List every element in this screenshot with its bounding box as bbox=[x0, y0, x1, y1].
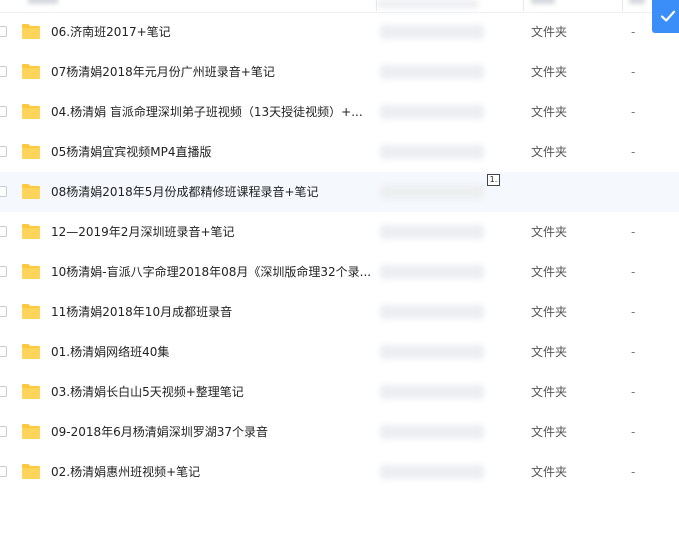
row-checkbox[interactable] bbox=[0, 226, 7, 237]
size-blurred bbox=[380, 465, 484, 479]
size-blurred bbox=[380, 25, 484, 39]
file-extra: - bbox=[631, 105, 636, 119]
file-type: 文件夹 bbox=[531, 25, 568, 39]
file-name[interactable]: 02.杨清娟惠州班视频+笔记 bbox=[51, 464, 371, 480]
header-extra-fragment bbox=[629, 0, 645, 4]
file-extra: - bbox=[631, 225, 636, 239]
file-extra: - bbox=[631, 265, 636, 279]
header-divider bbox=[622, 0, 623, 11]
row-checkbox[interactable] bbox=[0, 146, 7, 157]
row-checkbox[interactable] bbox=[0, 386, 7, 397]
folder-icon bbox=[21, 63, 41, 80]
folder-icon bbox=[21, 103, 41, 120]
file-type: 文件夹 bbox=[531, 225, 568, 239]
file-extra: - bbox=[631, 465, 636, 479]
file-extra: - bbox=[631, 65, 636, 79]
file-extra: - bbox=[631, 425, 636, 439]
file-type: 文件夹 bbox=[531, 345, 568, 359]
table-row[interactable]: 06.济南班2017+笔记 文件夹 - bbox=[0, 12, 679, 52]
header-name-fragment bbox=[28, 0, 58, 4]
size-blurred bbox=[380, 385, 484, 399]
file-type: 文件夹 bbox=[531, 305, 568, 319]
size-blurred bbox=[380, 185, 484, 199]
row-checkbox[interactable] bbox=[0, 426, 7, 437]
file-type: 文件夹 bbox=[531, 65, 568, 79]
size-blurred bbox=[380, 345, 484, 359]
row-checkbox[interactable] bbox=[0, 466, 7, 477]
size-blurred bbox=[380, 145, 484, 159]
folder-icon bbox=[21, 143, 41, 160]
file-name[interactable]: 09-2018年6月杨清娟深圳罗湖37个录音 bbox=[51, 424, 371, 440]
table-row[interactable]: 05杨清娟宜宾视频MP4直播版 文件夹 - bbox=[0, 132, 679, 172]
row-checkbox[interactable] bbox=[0, 26, 7, 37]
file-name[interactable]: 07杨清娟2018年元月份广州班录音+笔记 bbox=[51, 64, 371, 80]
size-blurred bbox=[380, 265, 484, 279]
file-extra: - bbox=[631, 145, 636, 159]
file-type: 文件夹 bbox=[531, 105, 568, 119]
folder-icon bbox=[21, 223, 41, 240]
row-checkbox[interactable] bbox=[0, 66, 7, 77]
row-checkbox[interactable] bbox=[0, 346, 7, 357]
table-row[interactable]: 08杨清娟2018年5月份成都精修班课程录音+笔记 bbox=[0, 172, 679, 212]
table-row[interactable]: 01.杨清娟网络班40集 文件夹 - bbox=[0, 332, 679, 372]
table-row[interactable]: 04.杨清娟 盲派命理深圳弟子班视频（13天授徒视频）+... 文件夹 - bbox=[0, 92, 679, 132]
check-icon bbox=[660, 10, 676, 22]
file-extra: - bbox=[631, 385, 636, 399]
table-row[interactable]: 09-2018年6月杨清娟深圳罗湖37个录音 文件夹 - bbox=[0, 412, 679, 452]
file-type: 文件夹 bbox=[531, 145, 568, 159]
file-extra: - bbox=[631, 345, 636, 359]
folder-icon bbox=[21, 303, 41, 320]
table-row[interactable]: 10杨清娟-盲派八字命理2018年08月《深圳版命理32个录... 文件夹 - bbox=[0, 252, 679, 292]
file-extra: - bbox=[631, 305, 636, 319]
row-checkbox[interactable] bbox=[0, 106, 7, 117]
file-name[interactable]: 12—2019年2月深圳班录音+笔记 bbox=[51, 224, 371, 240]
file-name[interactable]: 05杨清娟宜宾视频MP4直播版 bbox=[51, 144, 371, 160]
header-type-fragment bbox=[531, 0, 555, 4]
file-type: 文件夹 bbox=[531, 425, 568, 439]
folder-icon bbox=[21, 343, 41, 360]
table-row[interactable]: 07杨清娟2018年元月份广州班录音+笔记 文件夹 - bbox=[0, 52, 679, 92]
file-type: 文件夹 bbox=[531, 265, 568, 279]
confirm-button[interactable] bbox=[652, 0, 679, 33]
folder-icon bbox=[21, 383, 41, 400]
size-blurred bbox=[380, 225, 484, 239]
folder-icon bbox=[21, 183, 41, 200]
file-name[interactable]: 01.杨清娟网络班40集 bbox=[51, 344, 371, 360]
table-row[interactable]: 02.杨清娟惠州班视频+笔记 文件夹 - bbox=[0, 452, 679, 492]
file-type: 文件夹 bbox=[531, 385, 568, 399]
header-divider bbox=[523, 0, 524, 11]
row-checkbox[interactable] bbox=[0, 266, 7, 277]
file-name[interactable]: 11杨清娟2018年10月成都班录音 bbox=[51, 304, 371, 320]
size-blurred bbox=[380, 65, 484, 79]
file-name[interactable]: 06.济南班2017+笔记 bbox=[51, 24, 371, 40]
header-divider bbox=[376, 0, 377, 11]
row-checkbox[interactable] bbox=[0, 186, 7, 197]
table-row[interactable]: 03.杨清娟长白山5天视频+整理笔记 文件夹 - bbox=[0, 372, 679, 412]
folder-icon bbox=[21, 463, 41, 480]
folder-icon bbox=[21, 263, 41, 280]
hover-marker: 1. bbox=[487, 174, 500, 186]
size-blurred bbox=[380, 305, 484, 319]
file-name[interactable]: 03.杨清娟长白山5天视频+整理笔记 bbox=[51, 384, 371, 400]
folder-icon bbox=[21, 23, 41, 40]
file-name[interactable]: 08杨清娟2018年5月份成都精修班课程录音+笔记 bbox=[51, 184, 371, 200]
row-checkbox[interactable] bbox=[0, 306, 7, 317]
table-row[interactable]: 12—2019年2月深圳班录音+笔记 文件夹 - bbox=[0, 212, 679, 252]
file-name[interactable]: 04.杨清娟 盲派命理深圳弟子班视频（13天授徒视频）+... bbox=[51, 104, 371, 120]
file-name[interactable]: 10杨清娟-盲派八字命理2018年08月《深圳版命理32个录... bbox=[51, 264, 371, 280]
table-row[interactable]: 11杨清娟2018年10月成都班录音 文件夹 - bbox=[0, 292, 679, 332]
file-type: 文件夹 bbox=[531, 465, 568, 479]
header-size-blur bbox=[378, 0, 478, 8]
folder-icon bbox=[21, 423, 41, 440]
size-blurred bbox=[380, 425, 484, 439]
file-extra: - bbox=[631, 25, 636, 39]
size-blurred bbox=[380, 105, 484, 119]
